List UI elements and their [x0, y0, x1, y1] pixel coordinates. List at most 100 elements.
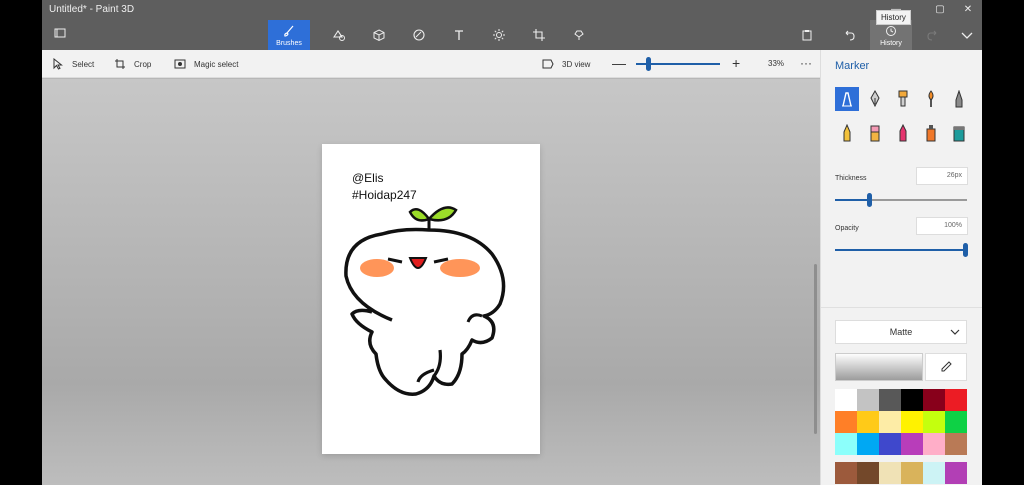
thickness-slider-thumb[interactable] — [866, 193, 872, 207]
pencil-icon — [843, 124, 851, 142]
close-button[interactable]: ✕ — [954, 2, 982, 18]
drawing-character — [344, 206, 506, 396]
color-swatch-2[interactable] — [879, 389, 901, 411]
blush-right — [440, 259, 480, 277]
color-swatch-extra-1[interactable] — [857, 462, 879, 484]
color-swatch-17[interactable] — [945, 433, 967, 455]
color-swatch-6[interactable] — [835, 411, 857, 433]
finish-dropdown[interactable]: Matte — [835, 320, 967, 344]
thickness-slider-fill — [835, 199, 870, 201]
tool-calligraphy-pen[interactable] — [863, 87, 887, 111]
color-swatch-9[interactable] — [901, 411, 923, 433]
tab-3d-library[interactable] — [558, 20, 600, 50]
tab-3d-shapes[interactable] — [358, 20, 400, 50]
opacity-label: Opacity — [835, 225, 859, 232]
collapse-ribbon-button[interactable] — [946, 20, 982, 50]
color-swatch-extra-2[interactable] — [879, 462, 901, 484]
maximize-button[interactable]: ▢ — [926, 2, 954, 18]
crayon-icon — [899, 124, 907, 142]
vertical-scrollbar[interactable] — [814, 264, 817, 434]
sun-icon — [493, 29, 505, 41]
tab-text[interactable] — [438, 20, 480, 50]
zoom-level: 33% — [768, 59, 785, 68]
tool-oil-brush[interactable] — [891, 87, 915, 111]
color-swatch-4[interactable] — [923, 389, 945, 411]
magic-select-label: Magic select — [194, 59, 239, 69]
color-swatch-extra-5[interactable] — [945, 462, 967, 484]
color-palette-row-extra — [835, 462, 967, 484]
color-swatch-15[interactable] — [901, 433, 923, 455]
history-icon — [886, 25, 896, 36]
current-color-preview[interactable] — [835, 353, 923, 381]
redo-icon — [927, 30, 937, 41]
color-swatch-11[interactable] — [945, 411, 967, 433]
color-swatch-extra-4[interactable] — [923, 462, 945, 484]
right-edge — [982, 0, 1024, 485]
color-swatch-0[interactable] — [835, 389, 857, 411]
color-swatch-10[interactable] — [923, 411, 945, 433]
sticker-icon — [413, 29, 425, 41]
tab-canvas[interactable] — [518, 20, 560, 50]
thickness-field[interactable]: 26px — [916, 167, 968, 185]
tool-spray-can[interactable] — [919, 121, 943, 145]
view-3d-button[interactable]: 3D view — [542, 50, 590, 78]
tool-pixel-pen[interactable] — [947, 87, 971, 111]
color-swatch-extra-0[interactable] — [835, 462, 857, 484]
zoom-in-button[interactable]: + — [732, 55, 740, 71]
cube-icon — [373, 29, 385, 42]
opacity-slider-thumb[interactable] — [963, 243, 969, 257]
thickness-label: Thickness — [835, 175, 867, 182]
zoom-slider-thumb[interactable] — [646, 57, 652, 71]
menu-button[interactable] — [54, 26, 70, 42]
magic-select-icon — [174, 59, 186, 69]
color-swatch-8[interactable] — [879, 411, 901, 433]
magic-select-button[interactable]: Magic select — [174, 50, 238, 78]
opacity-field[interactable]: 100% — [916, 217, 968, 235]
paste-button[interactable] — [786, 20, 828, 50]
color-swatch-7[interactable] — [857, 411, 879, 433]
tab-effects[interactable] — [478, 20, 520, 50]
spray-can-icon — [926, 125, 936, 142]
undo-button[interactable] — [828, 20, 870, 50]
color-swatch-extra-3[interactable] — [901, 462, 923, 484]
more-options-button[interactable]: ··· — [800, 56, 812, 70]
shapes-2d-icon — [332, 30, 345, 41]
tool-watercolor[interactable] — [919, 87, 943, 111]
tab-brushes[interactable]: Brushes — [268, 20, 310, 50]
tool-options-bar: Select Crop Magic select 3D view — + 33%… — [42, 50, 820, 78]
body-arm-line — [466, 313, 483, 323]
color-swatch-14[interactable] — [879, 433, 901, 455]
select-button[interactable]: Select — [52, 50, 94, 78]
crop-button[interactable]: Crop — [114, 50, 151, 78]
color-swatch-13[interactable] — [857, 433, 879, 455]
clipboard-icon — [802, 30, 812, 41]
color-swatch-16[interactable] — [923, 433, 945, 455]
tool-crayon[interactable] — [891, 121, 915, 145]
body-leg-line — [416, 349, 442, 383]
sprout-leaf-right — [426, 206, 458, 222]
zoom-out-button[interactable]: — — [612, 55, 626, 71]
pixel-pen-icon — [955, 90, 963, 108]
tab-brushes-label: Brushes — [276, 39, 302, 47]
tab-stickers[interactable] — [398, 20, 440, 50]
window-title: Untitled* - Paint 3D — [49, 4, 135, 15]
mouth — [408, 257, 428, 269]
watercolor-icon — [928, 90, 934, 107]
color-swatch-12[interactable] — [835, 433, 857, 455]
panel-divider — [821, 307, 982, 308]
color-swatch-3[interactable] — [901, 389, 923, 411]
canvas-workspace[interactable]: @Elis #Hoidap247 — [42, 79, 820, 485]
color-swatch-1[interactable] — [857, 389, 879, 411]
tool-fill[interactable] — [947, 121, 971, 145]
brushes-panel: Marker Thickness 26px Opacity 100% Matte — [820, 50, 982, 485]
crop-icon — [115, 59, 125, 69]
tab-2d-shapes[interactable] — [318, 20, 360, 50]
canvas-crop-icon — [533, 29, 545, 41]
tool-marker[interactable] — [835, 87, 859, 111]
tool-pencil[interactable] — [835, 121, 859, 145]
eyedropper-button[interactable] — [925, 353, 967, 381]
tool-eraser[interactable] — [863, 121, 887, 145]
color-swatch-5[interactable] — [945, 389, 967, 411]
drawing-canvas[interactable]: @Elis #Hoidap247 — [322, 144, 540, 454]
paint3d-window: Untitled* - Paint 3D — ▢ ✕ Brushes — [42, 0, 982, 485]
